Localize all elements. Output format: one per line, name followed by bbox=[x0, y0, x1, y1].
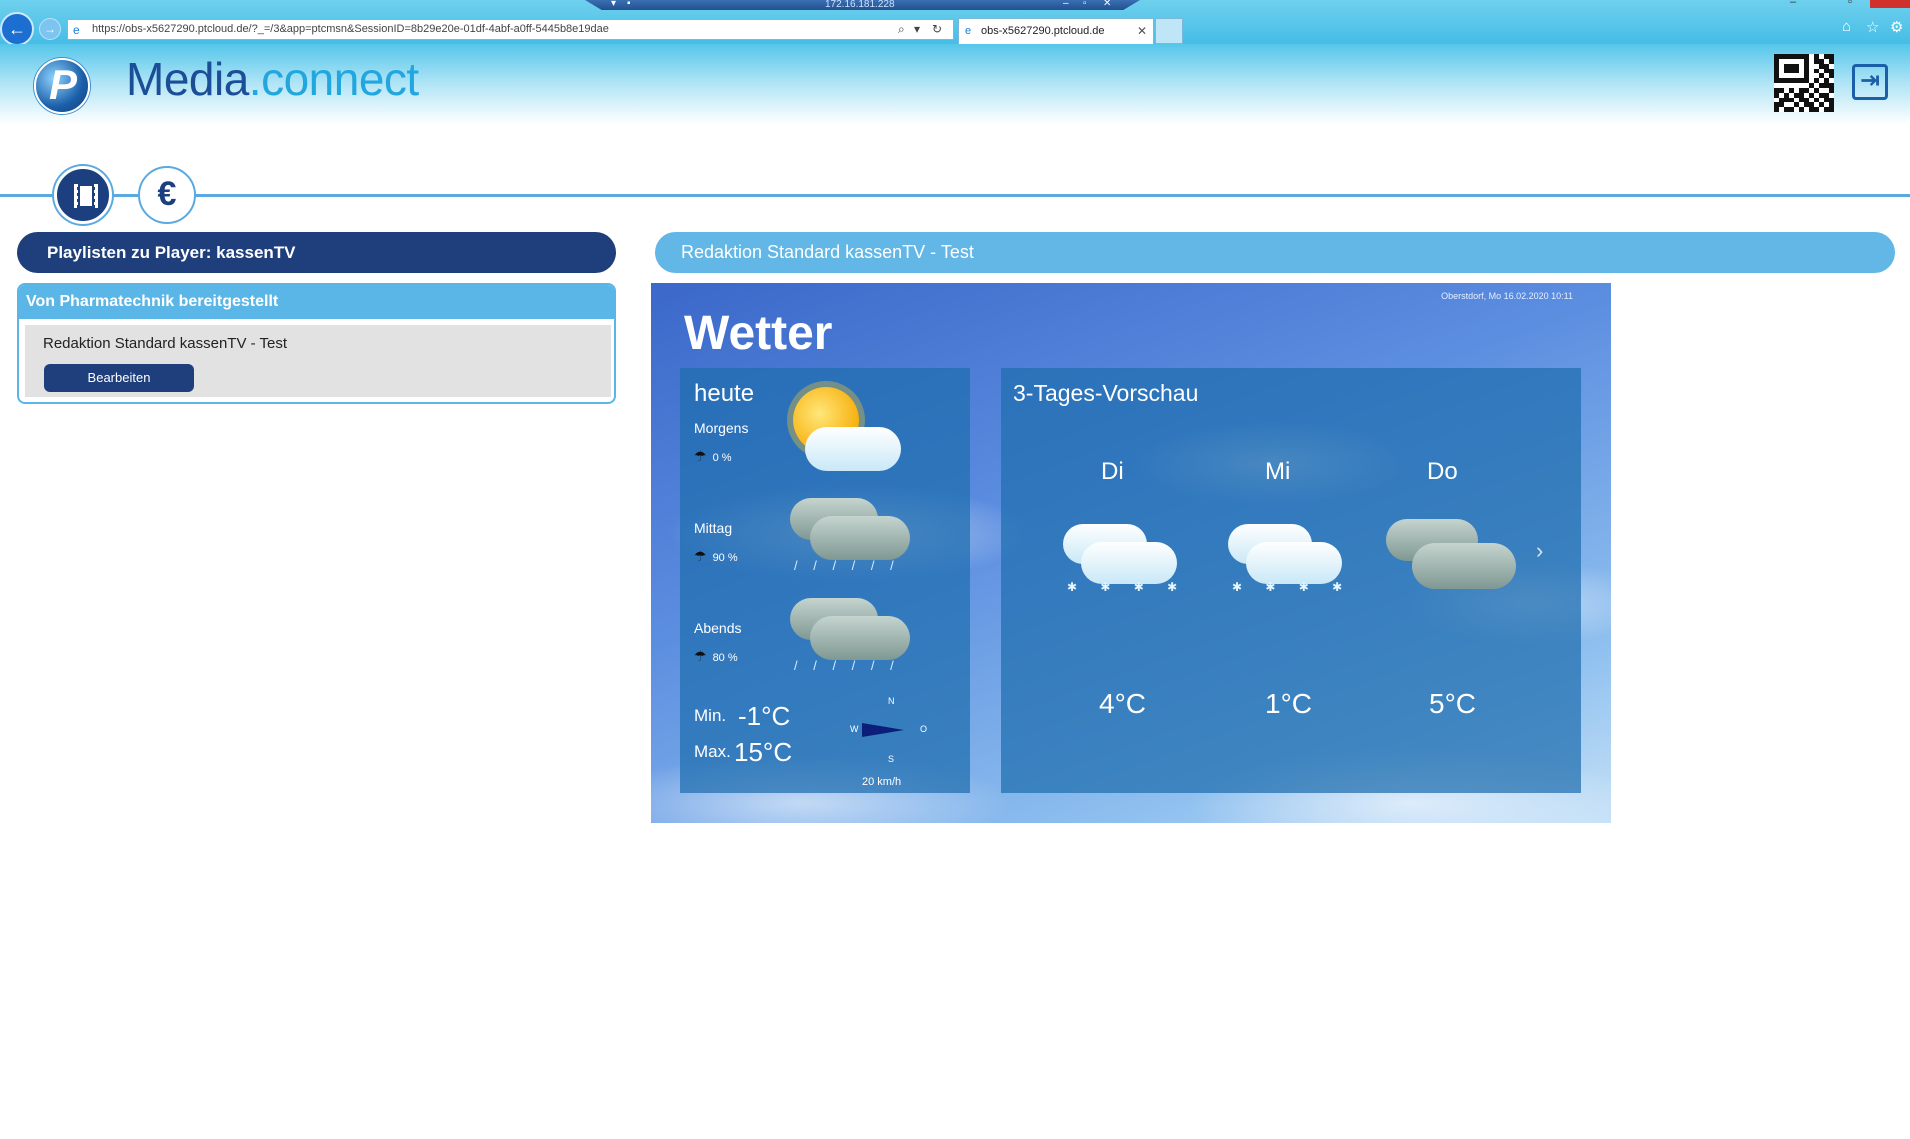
period-evening-label: Abends bbox=[694, 620, 742, 636]
forward-button[interactable]: → bbox=[39, 18, 61, 40]
max-label: Max. bbox=[694, 742, 731, 761]
umbrella-icon: ☂ bbox=[694, 648, 707, 664]
today-heading: heute bbox=[694, 380, 755, 407]
compass-w: W bbox=[850, 724, 859, 734]
rain-chance: 0 % bbox=[712, 452, 732, 464]
home-icon[interactable]: ⌂ bbox=[1842, 18, 1851, 35]
snow-cloud-icon: ✱ ✱ ✱ ✱ bbox=[1226, 518, 1346, 608]
logout-icon: ⇥ bbox=[1859, 67, 1881, 94]
pin-icon[interactable]: ▾ bbox=[611, 0, 616, 9]
wind-arrow-icon bbox=[862, 723, 904, 737]
refresh-icon[interactable]: ↻ bbox=[932, 20, 942, 39]
max-temp: 15°C bbox=[734, 737, 793, 767]
forecast-temp-1: 4°C bbox=[1099, 688, 1146, 719]
window-close-button[interactable] bbox=[1870, 0, 1910, 8]
compass-n: N bbox=[888, 696, 895, 706]
arrow-left-icon: ← bbox=[8, 18, 26, 39]
brand-title: Media.connect bbox=[126, 52, 419, 106]
browser-tab[interactable]: e obs-x5627290.ptcloud.de ✕ bbox=[958, 18, 1154, 44]
wind-speed: 20 km/h bbox=[862, 776, 902, 788]
dropdown-icon[interactable]: ▾ bbox=[914, 20, 920, 39]
mode-tab-line bbox=[0, 194, 1910, 197]
min-temp: -1°C bbox=[738, 701, 791, 731]
tab-title: obs-x5627290.ptcloud.de bbox=[981, 25, 1105, 37]
logo-p-glyph: P bbox=[49, 61, 78, 108]
today-card: heute Morgens ☂ 0 % Mittag ☂ 90 % / / / / … bbox=[680, 368, 970, 793]
playlist-item[interactable]: Redaktion Standard kassenTV - Test Bearb… bbox=[25, 325, 611, 397]
compass-o: O bbox=[920, 724, 928, 734]
film-icon bbox=[74, 184, 98, 208]
forecast-day-2: Mi bbox=[1265, 458, 1291, 485]
favorites-star-icon[interactable]: ☆ bbox=[1866, 18, 1879, 36]
euro-icon: € bbox=[157, 175, 177, 213]
brand-part-2: .connect bbox=[248, 53, 419, 105]
forecast-temp-2: 1°C bbox=[1265, 688, 1312, 719]
address-url[interactable]: https://obs-x5627290.ptcloud.de/?_=/3&ap… bbox=[92, 20, 609, 39]
period-noon-rain: ☂ 90 % bbox=[694, 548, 738, 565]
preview-header: Redaktion Standard kassenTV - Test bbox=[655, 232, 1895, 273]
back-button[interactable]: ← bbox=[0, 12, 34, 46]
rain-chance: 90 % bbox=[712, 552, 738, 564]
lock-icon[interactable]: ▪ bbox=[627, 0, 631, 9]
close-tab-icon[interactable]: ✕ bbox=[1137, 19, 1147, 43]
rain-cloud-icon: / / / / / / bbox=[790, 588, 915, 683]
search-icon[interactable]: ⌕ bbox=[898, 20, 905, 39]
restore-icon[interactable]: ▫ bbox=[1848, 0, 1852, 8]
edit-button[interactable]: Bearbeiten bbox=[44, 364, 194, 392]
rdp-close-icon[interactable]: ✕ bbox=[1103, 0, 1111, 9]
remote-desktop-bar: ▾ ▪ 172.16.181.228 – ▫ ✕ bbox=[585, 0, 1140, 10]
rdp-minimize-icon[interactable]: – bbox=[1063, 0, 1069, 9]
umbrella-icon: ☂ bbox=[694, 448, 707, 464]
rain-chance: 80 % bbox=[712, 652, 738, 664]
rain-cloud-icon: / / / / / / bbox=[790, 488, 915, 583]
provider-title: Von Pharmatechnik bereitgestellt bbox=[19, 285, 614, 319]
arrow-right-icon: → bbox=[44, 22, 56, 36]
weather-title: Wetter bbox=[684, 307, 833, 360]
rdp-restore-icon[interactable]: ▫ bbox=[1083, 0, 1087, 9]
wind-compass: N W O S 20 km/h bbox=[850, 696, 930, 791]
period-morning-label: Morgens bbox=[694, 420, 749, 436]
sun-cloud-icon bbox=[785, 383, 910, 483]
snow-cloud-icon: ✱ ✱ ✱ ✱ bbox=[1061, 518, 1181, 608]
provider-section: Von Pharmatechnik bereitgestellt Redakti… bbox=[17, 283, 616, 404]
forecast-day-1: Di bbox=[1101, 458, 1124, 485]
rdp-ip-label: 172.16.181.228 bbox=[825, 0, 895, 10]
chevron-right-icon[interactable]: › bbox=[1536, 538, 1543, 564]
weather-preview: Oberstdorf, Mo 16.02.2020 10:11 Wetter h… bbox=[651, 283, 1611, 823]
minimize-icon[interactable]: – bbox=[1790, 0, 1796, 8]
period-morning-rain: ☂ 0 % bbox=[694, 448, 732, 465]
grey-cloud-icon bbox=[1386, 513, 1516, 603]
period-evening-rain: ☂ 80 % bbox=[694, 648, 738, 665]
playlists-header: Playlisten zu Player: kassenTV bbox=[17, 232, 616, 273]
min-label: Min. bbox=[694, 706, 727, 725]
browser-toolbar: ▾ ▪ 172.16.181.228 – ▫ ✕ ← → e https://o… bbox=[0, 0, 1910, 46]
new-tab-button[interactable] bbox=[1155, 18, 1183, 44]
umbrella-icon: ☂ bbox=[694, 548, 707, 564]
billing-mode-button[interactable]: € bbox=[138, 166, 196, 224]
playlist-name: Redaktion Standard kassenTV - Test bbox=[43, 335, 288, 352]
qr-code-icon[interactable] bbox=[1774, 54, 1834, 112]
period-noon-label: Mittag bbox=[694, 520, 733, 536]
media-mode-button[interactable] bbox=[54, 166, 112, 224]
settings-gear-icon[interactable]: ⚙ bbox=[1890, 18, 1903, 36]
compass-s: S bbox=[888, 754, 895, 764]
brand-part-1: Media bbox=[126, 53, 249, 105]
ie-tab-icon: e bbox=[965, 25, 972, 37]
forecast-card: 3-Tages-Vorschau Di ✱ ✱ ✱ ✱ 4°C Mi ✱ ✱ ✱… bbox=[1001, 368, 1581, 793]
ie-page-icon: e bbox=[73, 23, 80, 37]
forecast-heading: 3-Tages-Vorschau bbox=[1013, 380, 1199, 406]
address-bar[interactable]: e https://obs-x5627290.ptcloud.de/?_=/3&… bbox=[67, 19, 954, 40]
pharmatechnik-logo: P bbox=[34, 58, 90, 114]
logout-button[interactable]: ⇥ bbox=[1852, 64, 1888, 100]
forecast-day-3: Do bbox=[1427, 458, 1458, 485]
forecast-temp-3: 5°C bbox=[1429, 688, 1476, 719]
location-date: Oberstdorf, Mo 16.02.2020 10:11 bbox=[1441, 291, 1573, 301]
